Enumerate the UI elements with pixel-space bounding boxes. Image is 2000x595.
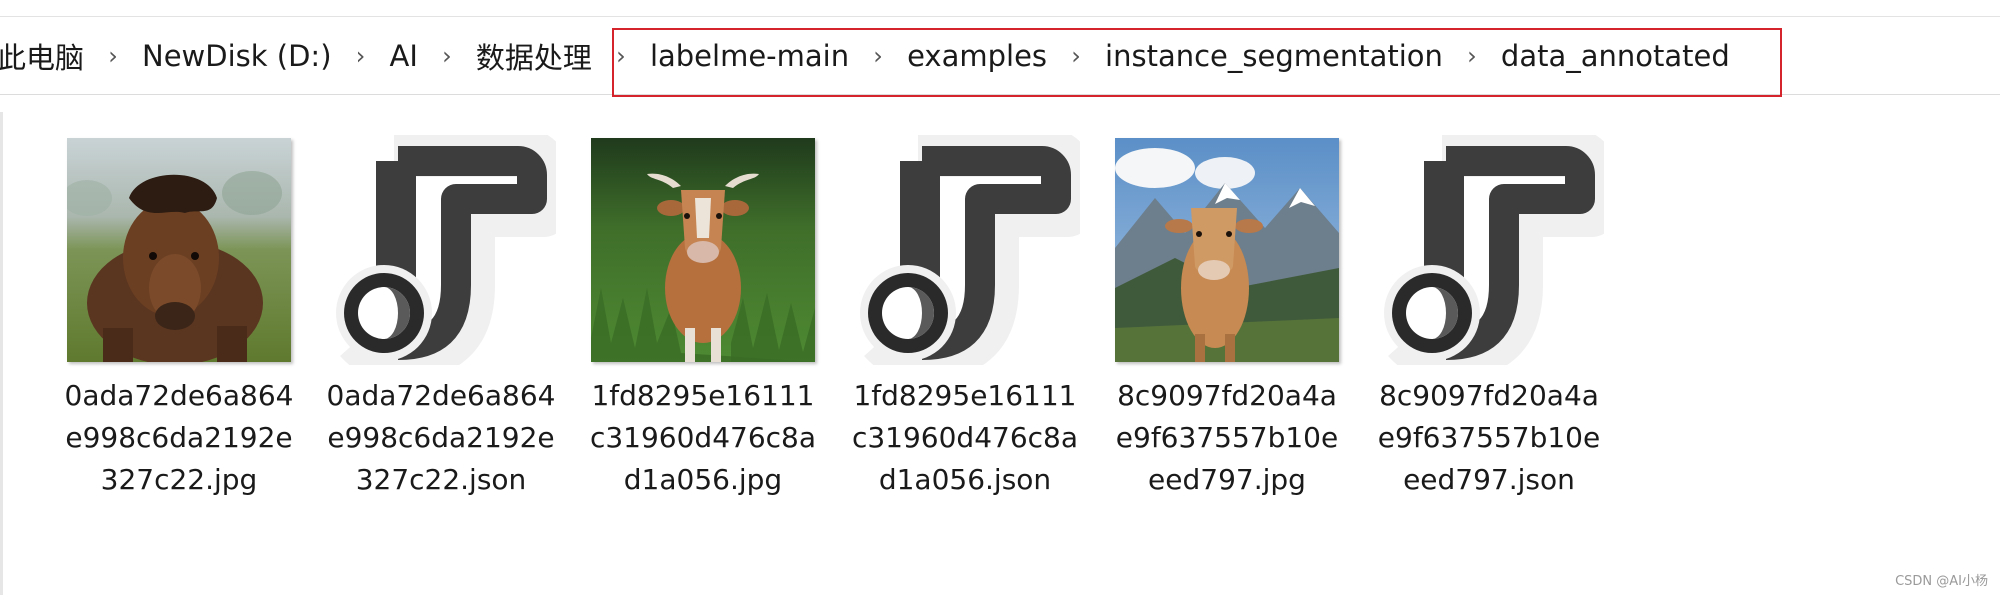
- breadcrumb-data-processing[interactable]: 数据处理: [470, 35, 598, 77]
- file-item[interactable]: 0ada72de6a864e998c6da2192e327c22.json: [310, 135, 572, 501]
- breadcrumb-this-pc[interactable]: 此电脑: [0, 35, 90, 77]
- file-name[interactable]: 1fd8295e16111c31960d476c8ad1a056.jpg: [585, 375, 821, 501]
- breadcrumb-instance-segmentation[interactable]: instance_segmentation: [1099, 39, 1449, 73]
- cow-mountains-photo-thumbnail: [1115, 138, 1339, 362]
- chevron-right-icon[interactable]: ›: [90, 42, 136, 70]
- file-thumbnail[interactable]: [326, 135, 556, 365]
- chevron-right-icon[interactable]: ›: [424, 42, 470, 70]
- cow-in-grass-photo-thumbnail: [591, 138, 815, 362]
- file-item[interactable]: 8c9097fd20a4ae9f637557b10eeed797.jpg: [1096, 135, 1358, 501]
- file-thumbnail[interactable]: [1374, 135, 1604, 365]
- file-thumbnail[interactable]: [64, 135, 294, 365]
- chevron-right-icon[interactable]: ›: [1449, 42, 1495, 70]
- file-name[interactable]: 0ada72de6a864e998c6da2192e327c22.jpg: [61, 375, 297, 501]
- json-file-icon: [336, 135, 556, 365]
- file-name[interactable]: 0ada72de6a864e998c6da2192e327c22.json: [323, 375, 559, 501]
- file-name[interactable]: 8c9097fd20a4ae9f637557b10eeed797.json: [1371, 375, 1607, 501]
- breadcrumb-data-annotated[interactable]: data_annotated: [1495, 39, 1736, 73]
- json-file-icon: [860, 135, 1080, 365]
- breadcrumb: 此电脑 › NewDisk (D:) › AI › 数据处理 › labelme…: [0, 18, 1736, 94]
- window-top-edge: [0, 0, 2000, 17]
- file-item[interactable]: 1fd8295e16111c31960d476c8ad1a056.json: [834, 135, 1096, 501]
- chevron-right-icon[interactable]: ›: [855, 42, 901, 70]
- chevron-right-icon[interactable]: ›: [338, 42, 384, 70]
- file-explorer-window: 此电脑 › NewDisk (D:) › AI › 数据处理 › labelme…: [0, 0, 2000, 595]
- csdn-watermark: CSDN @AI小杨: [1895, 574, 1988, 589]
- file-item[interactable]: 8c9097fd20a4ae9f637557b10eeed797.json: [1358, 135, 1620, 501]
- navigation-pane-edge: [0, 112, 3, 595]
- address-bar[interactable]: 此电脑 › NewDisk (D:) › AI › 数据处理 › labelme…: [0, 18, 2000, 97]
- breadcrumb-ai[interactable]: AI: [384, 39, 424, 73]
- breadcrumb-labelme-main[interactable]: labelme-main: [644, 39, 855, 73]
- chevron-right-icon[interactable]: ›: [598, 42, 644, 70]
- file-name[interactable]: 1fd8295e16111c31960d476c8ad1a056.json: [847, 375, 1083, 501]
- breadcrumb-newdisk-d[interactable]: NewDisk (D:): [136, 39, 338, 73]
- file-thumbnail[interactable]: [1112, 135, 1342, 365]
- file-item[interactable]: 0ada72de6a864e998c6da2192e327c22.jpg: [48, 135, 310, 501]
- file-item[interactable]: 1fd8295e16111c31960d476c8ad1a056.jpg: [572, 135, 834, 501]
- file-name[interactable]: 8c9097fd20a4ae9f637557b10eeed797.jpg: [1109, 375, 1345, 501]
- json-file-icon: [1384, 135, 1604, 365]
- breadcrumb-examples[interactable]: examples: [901, 39, 1053, 73]
- file-list: 0ada72de6a864e998c6da2192e327c22.jpg 0ad…: [48, 135, 1620, 501]
- file-thumbnail[interactable]: [588, 135, 818, 365]
- chevron-right-icon[interactable]: ›: [1053, 42, 1099, 70]
- horse-photo-thumbnail: [67, 138, 291, 362]
- file-thumbnail[interactable]: [850, 135, 1080, 365]
